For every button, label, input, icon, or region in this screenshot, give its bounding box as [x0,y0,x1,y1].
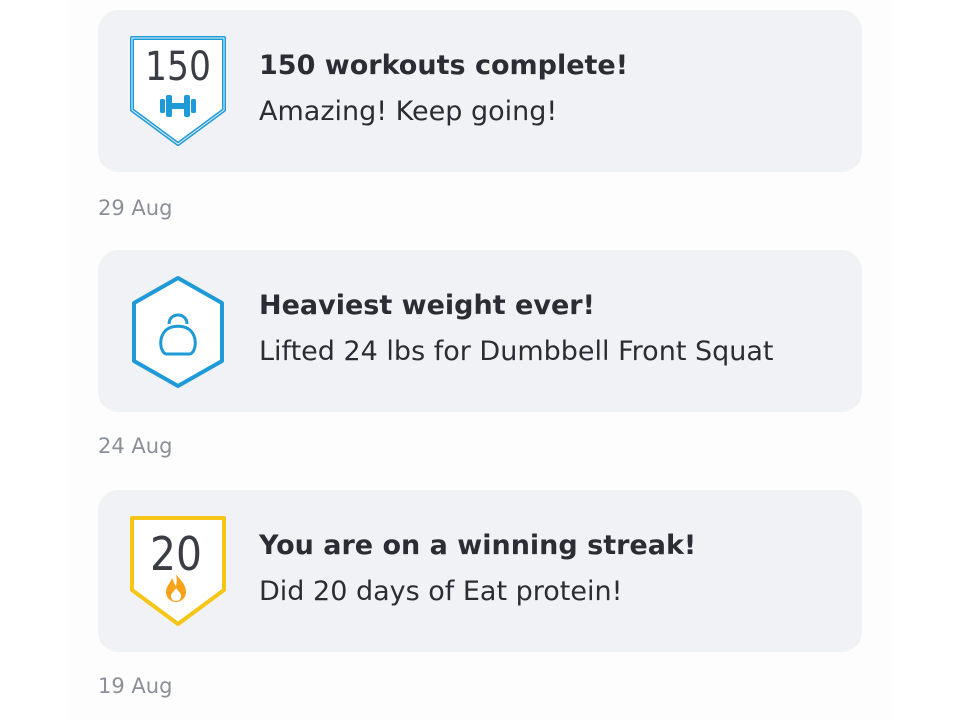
achievement-entry: Heaviest weight ever! Lifted 24 lbs for … [98,250,862,458]
badge-number: 20 [150,527,202,581]
achievement-date: 24 Aug [98,434,173,458]
achievement-subtitle: Lifted 24 lbs for Dumbbell Front Squat [259,336,774,367]
achievement-subtitle: Amazing! Keep going! [259,96,558,127]
achievement-card-workouts[interactable]: 150 150 workouts complete! Amazing! Keep… [98,10,862,172]
shield-badge-icon: 150 [130,36,226,146]
achievement-card-streak[interactable]: 20 You are on a winning streak! Did 20 d… [98,490,862,652]
hexagon-badge-icon [132,276,224,388]
achievement-subtitle: Did 20 days of Eat protein! [259,576,623,607]
achievement-entry: 20 You are on a winning streak! Did 20 d… [98,490,862,698]
streak-badge: 20 [128,514,228,630]
workouts-badge: 150 [128,34,228,150]
achievement-entry: 150 150 workouts complete! Amazing! Keep… [98,10,862,220]
achievement-title: Heaviest weight ever! [259,290,595,321]
achievement-date: 29 Aug [98,196,173,220]
achievement-title: 150 workouts complete! [259,50,629,81]
achievement-card-heaviest-weight[interactable]: Heaviest weight ever! Lifted 24 lbs for … [98,250,862,412]
achievement-title: You are on a winning streak! [259,530,697,561]
heaviest-weight-badge [128,274,228,390]
achievement-date: 19 Aug [98,674,173,698]
shield-badge-icon: 20 [130,516,226,626]
badge-number: 150 [145,44,211,90]
